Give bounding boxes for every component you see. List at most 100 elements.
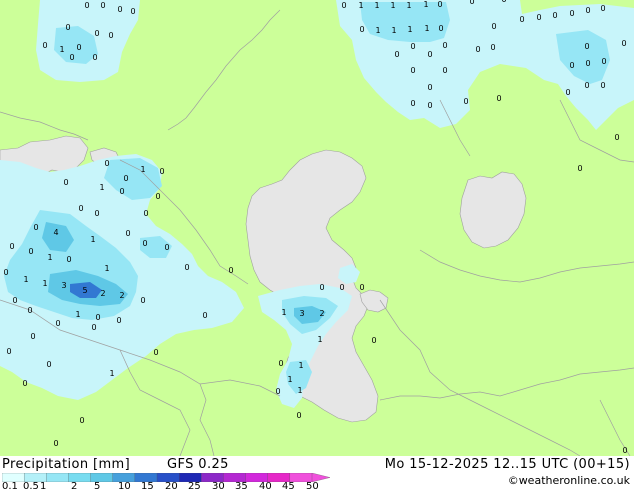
point-value-label: 0 — [437, 0, 442, 9]
point-value-label: 0 — [69, 53, 74, 62]
point-value-label: 0 — [184, 263, 189, 272]
point-value-label: 0 — [28, 247, 33, 256]
point-value-label: 1 — [47, 253, 52, 262]
point-value-label: 0 — [427, 83, 432, 92]
colorbar-tick-label: 1 — [40, 481, 47, 492]
point-value-label: 0 — [159, 167, 164, 176]
point-value-label: 0 — [42, 41, 47, 50]
point-value-label: 0 — [585, 59, 590, 68]
valid-time: Mo 15-12-2025 12..15 UTC (00+15) — [384, 457, 630, 472]
point-value-label: 0 — [371, 336, 376, 345]
point-value-label: 0 — [410, 66, 415, 75]
point-value-label: 0 — [30, 332, 35, 341]
point-value-label: 0 — [100, 1, 105, 10]
point-value-label: 0 — [601, 57, 606, 66]
point-value-label: 1 — [298, 361, 303, 370]
colorbar-tick-label: 5 — [94, 481, 101, 492]
point-value-label: 1 — [317, 335, 322, 344]
point-value-label: 0 — [584, 42, 589, 51]
point-value-label: 1 — [407, 25, 412, 34]
point-value-label: 0 — [153, 348, 158, 357]
point-value-label: 0 — [84, 1, 89, 10]
point-value-label: 1 — [374, 1, 379, 10]
point-value-label: 1 — [281, 308, 286, 317]
point-value-label: 0 — [296, 411, 301, 420]
point-value-label: 0 — [143, 209, 148, 218]
point-value-label: 0 — [164, 243, 169, 252]
point-value-label: 1 — [23, 275, 28, 284]
point-value-label: 1 — [109, 369, 114, 378]
point-value-label: 0 — [359, 283, 364, 292]
point-value-label: 0 — [427, 50, 432, 59]
point-value-label: 0 — [116, 316, 121, 325]
point-value-label: 1 — [358, 1, 363, 10]
point-value-label: 0 — [569, 9, 574, 18]
point-value-label: 1 — [287, 375, 292, 384]
point-value-label: 1 — [406, 1, 411, 10]
point-value-label: 0 — [600, 81, 605, 90]
point-value-label: 0 — [501, 0, 506, 4]
point-value-label: 3 — [299, 309, 304, 318]
colorbar-tick-label: 40 — [259, 481, 272, 492]
model-name: GFS 0.25 — [167, 457, 229, 472]
point-value-label: 0 — [27, 306, 32, 315]
point-value-label: 0 — [410, 42, 415, 51]
point-value-label: 1 — [423, 0, 428, 9]
map-footer: Precipitation [mm] GFS 0.25 Mo 15-12-202… — [0, 456, 634, 492]
point-value-label: 1 — [391, 26, 396, 35]
point-value-label: 0 — [117, 5, 122, 14]
point-value-label: 0 — [600, 4, 605, 13]
point-value-label: 0 — [91, 323, 96, 332]
forecast-map: 0000000010000111110000000000111100000000… — [0, 0, 634, 492]
point-value-label: 0 — [140, 296, 145, 305]
point-value-label: 1 — [424, 24, 429, 33]
point-value-label: 1 — [75, 310, 80, 319]
point-value-label: 0 — [155, 192, 160, 201]
point-value-label: 3 — [61, 281, 66, 290]
point-value-label: 0 — [359, 25, 364, 34]
point-value-label: 0 — [463, 97, 468, 106]
colorbar-tick-label: 35 — [235, 481, 248, 492]
legend-title: Precipitation [mm] — [2, 457, 131, 472]
point-value-label: 0 — [94, 209, 99, 218]
colorbar-tick-label: 0.1 — [2, 481, 18, 492]
point-value-label: 0 — [339, 283, 344, 292]
point-value-label: 0 — [46, 360, 51, 369]
point-value-label: 0 — [584, 81, 589, 90]
point-value-label: 1 — [140, 165, 145, 174]
point-value-label: 0 — [278, 359, 283, 368]
point-value-label: 0 — [442, 66, 447, 75]
point-value-label: 1 — [59, 45, 64, 54]
point-value-label: 0 — [104, 159, 109, 168]
credit-link[interactable]: ©weatheronline.co.uk — [508, 474, 630, 487]
point-value-label: 0 — [202, 311, 207, 320]
point-value-label: 0 — [577, 164, 582, 173]
point-value-label: 1 — [90, 235, 95, 244]
point-value-label: 0 — [442, 41, 447, 50]
point-value-label: 0 — [142, 239, 147, 248]
point-value-label: 0 — [228, 266, 233, 275]
point-value-label: 0 — [130, 7, 135, 16]
colorbar-tick-label: 20 — [165, 481, 178, 492]
point-value-label: 1 — [104, 264, 109, 273]
point-value-label: 0 — [95, 313, 100, 322]
point-value-label: 0 — [63, 178, 68, 187]
point-value-label: 0 — [569, 61, 574, 70]
point-value-label: 0 — [125, 229, 130, 238]
point-value-label: 0 — [3, 268, 8, 277]
point-value-label: 0 — [79, 416, 84, 425]
colorbar-tick-label: 50 — [306, 481, 319, 492]
point-value-label: 0 — [319, 283, 324, 292]
point-value-label: 5 — [82, 286, 87, 295]
point-value-label: 0 — [614, 133, 619, 142]
point-value-label: 0 — [469, 0, 474, 6]
point-value-label: 2 — [100, 289, 105, 298]
point-value-label: 0 — [12, 296, 17, 305]
point-value-label: 0 — [9, 242, 14, 251]
point-value-label: 0 — [119, 187, 124, 196]
point-value-label: 0 — [53, 439, 58, 448]
point-value-label: 0 — [536, 13, 541, 22]
point-value-label: 0 — [622, 446, 627, 455]
point-value-label: 0 — [475, 45, 480, 54]
point-value-label: 1 — [375, 26, 380, 35]
